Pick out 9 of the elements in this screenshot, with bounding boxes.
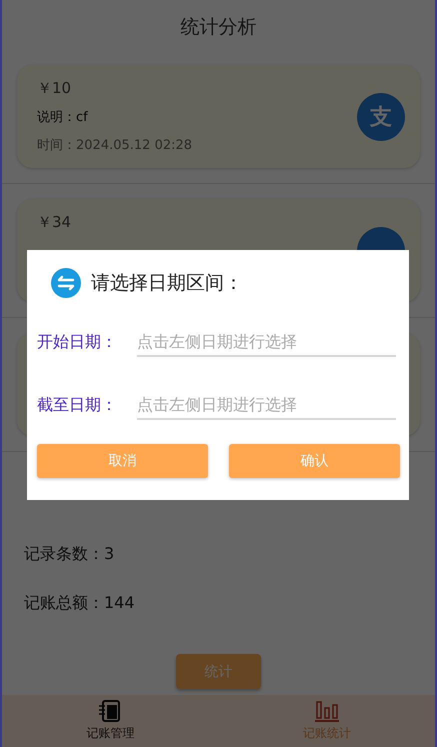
type-badge: 支 [357, 92, 405, 140]
amount-text: ￥34 [37, 213, 72, 232]
stat-text: 记录条数：3 [24, 544, 116, 565]
stat-text: 记账总额：144 [24, 593, 136, 614]
amount-text: ￥10 [37, 79, 72, 98]
dialog-title: 请选择日期区间： [91, 271, 243, 296]
page-title: 统计分析 [180, 15, 256, 40]
note-text: 说明：cf [37, 109, 89, 126]
time-text: 时间：2024.05.12 02:28 [37, 137, 194, 154]
